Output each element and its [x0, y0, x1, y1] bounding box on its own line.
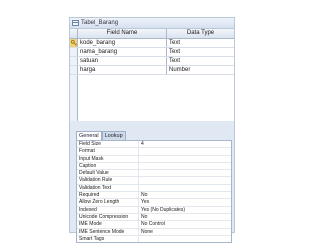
table-row[interactable]: kode_barang Text — [70, 39, 234, 48]
property-name: Allow Zero Length — [77, 199, 139, 206]
grid-empty-area[interactable] — [70, 75, 234, 121]
property-name: IME Mode — [77, 221, 139, 228]
field-grid: Field Name Data Type kode_barang Text na… — [70, 29, 234, 121]
property-value[interactable] — [139, 177, 231, 183]
property-row[interactable]: Field Size 4 — [77, 141, 231, 149]
field-name-cell[interactable]: kode_barang — [78, 39, 167, 47]
property-value[interactable]: No — [139, 214, 231, 220]
property-row[interactable]: Validation Rule — [77, 177, 231, 185]
row-selector-header[interactable] — [70, 29, 78, 38]
property-name: Format — [77, 148, 139, 155]
property-name: Validation Rule — [77, 177, 139, 184]
property-value[interactable] — [139, 156, 231, 162]
property-name: Field Size — [77, 141, 139, 148]
property-row[interactable]: Unicode Compression No — [77, 213, 231, 222]
table-row[interactable]: nama_barang Text — [70, 48, 234, 57]
property-row[interactable]: Indexed Yes (No Duplicates) — [77, 206, 231, 214]
property-name: Smart Tags — [77, 235, 139, 243]
window-title: Tabel_Barang — [81, 20, 119, 26]
grid-header-row: Field Name Data Type — [70, 29, 234, 39]
property-name: Caption — [77, 162, 139, 170]
property-name: Required — [77, 192, 139, 199]
property-row[interactable]: IME Mode No Control — [77, 221, 231, 229]
field-name-cell[interactable]: satuan — [78, 57, 167, 65]
property-list: Field Size 4 Format Input Mask Caption De… — [76, 140, 232, 243]
window-titlebar[interactable]: Tabel_Barang — [70, 18, 234, 29]
tab-lookup[interactable]: Lookup — [101, 131, 126, 140]
properties-tabs: General Lookup — [76, 131, 126, 140]
property-row[interactable]: Input Mask — [77, 155, 231, 163]
property-value[interactable] — [139, 163, 231, 169]
table-row[interactable]: harga Number — [70, 66, 234, 75]
property-name: Default Value — [77, 170, 139, 177]
property-value[interactable] — [139, 170, 231, 176]
row-selector[interactable] — [70, 39, 78, 47]
property-name: Validation Text — [77, 184, 139, 192]
property-name: Unicode Compression — [77, 213, 139, 221]
property-row[interactable]: Format — [77, 148, 231, 156]
data-type-header: Data Type — [186, 30, 215, 36]
row-selector[interactable] — [70, 48, 78, 56]
field-name-cell[interactable]: harga — [78, 66, 167, 74]
property-value[interactable]: Yes — [139, 199, 231, 205]
property-row[interactable]: IME Sentence Mode None — [77, 228, 231, 236]
tab-general[interactable]: General — [76, 131, 102, 140]
table-icon — [72, 20, 79, 26]
property-value[interactable]: No — [139, 192, 231, 198]
primary-key-icon — [71, 40, 77, 46]
property-row[interactable]: Validation Text — [77, 184, 231, 193]
property-row[interactable]: Required No — [77, 192, 231, 200]
property-row[interactable]: Caption — [77, 162, 231, 171]
field-name-header: Field Name — [78, 29, 167, 38]
property-value[interactable]: None — [139, 229, 231, 235]
data-type-cell[interactable]: Text — [167, 48, 234, 56]
property-value[interactable]: 4 — [139, 141, 231, 147]
row-selector[interactable] — [70, 57, 78, 65]
data-type-cell[interactable]: Text — [167, 57, 234, 65]
table-row[interactable]: satuan Text — [70, 57, 234, 66]
table-design-window: Tabel_Barang Field Name Data Type kode_b… — [69, 17, 235, 243]
field-properties-pane: General Lookup Field Size 4 Format Input … — [70, 131, 234, 243]
property-value[interactable] — [139, 236, 231, 242]
data-type-cell[interactable]: Text — [167, 39, 234, 47]
property-row[interactable]: Allow Zero Length Yes — [77, 199, 231, 207]
property-value[interactable]: No Control — [139, 221, 231, 227]
property-value[interactable] — [139, 148, 231, 154]
property-name: IME Sentence Mode — [77, 228, 139, 235]
property-name: Indexed — [77, 206, 139, 213]
property-row[interactable]: Default Value — [77, 170, 231, 178]
data-type-cell[interactable]: Number — [167, 66, 234, 74]
property-name: Input Mask — [77, 155, 139, 162]
property-value[interactable] — [139, 185, 231, 191]
property-row[interactable]: Smart Tags — [77, 235, 231, 243]
row-selector[interactable] — [70, 66, 78, 74]
property-value[interactable]: Yes (No Duplicates) — [139, 207, 231, 213]
field-name-cell[interactable]: nama_barang — [78, 48, 167, 56]
row-selector-strip — [70, 75, 78, 121]
